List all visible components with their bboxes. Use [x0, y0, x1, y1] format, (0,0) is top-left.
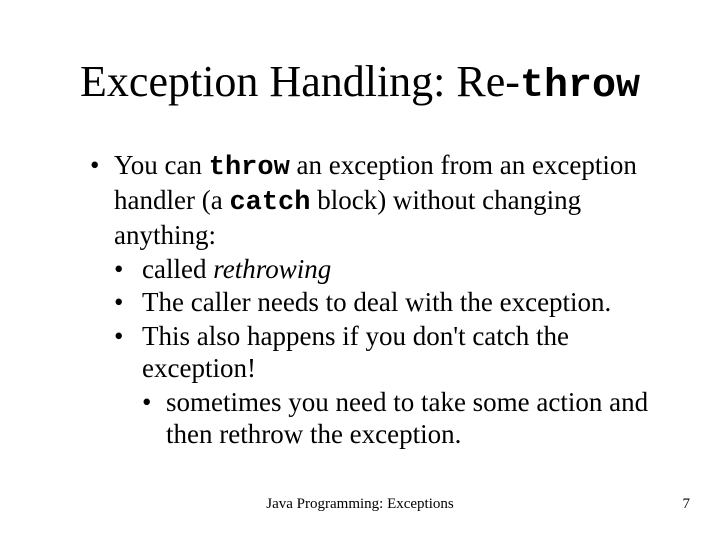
text: This also happens if you don't catch the… [142, 321, 569, 383]
bullet-sub-not-caught: • This also happens if you don't catch t… [114, 321, 660, 385]
slide-title: Exception Handling: Re-throw [0, 58, 720, 109]
italic-text: rethrowing [213, 254, 331, 284]
slide: Exception Handling: Re-throw • You can t… [0, 0, 720, 540]
bullet-dot-icon: • [114, 321, 123, 353]
bullet-dot-icon: • [142, 387, 151, 419]
bullet-sub-rethrowing: • called rethrowing [114, 254, 660, 286]
text: The caller needs to deal with the except… [142, 287, 611, 317]
text: called [142, 254, 213, 284]
page-number: 7 [683, 496, 691, 513]
title-code: throw [520, 64, 640, 109]
text: You can [114, 150, 209, 180]
text: sometimes you need to take some action a… [166, 387, 648, 449]
bullet-dot-icon: • [114, 254, 123, 286]
bullet-sub-caller: • The caller needs to deal with the exce… [114, 287, 660, 319]
bullet-main: • You can throw an exception from an exc… [90, 150, 660, 252]
footer-title: Java Programming: Exceptions [0, 496, 720, 513]
bullet-subsub-action: • sometimes you need to take some action… [142, 387, 660, 451]
code-catch: catch [229, 188, 310, 218]
code-throw: throw [209, 153, 290, 183]
title-text: Exception Handling: Re- [80, 57, 520, 106]
bullet-dot-icon: • [90, 150, 99, 182]
bullet-dot-icon: • [114, 287, 123, 319]
slide-body: • You can throw an exception from an exc… [90, 150, 660, 451]
